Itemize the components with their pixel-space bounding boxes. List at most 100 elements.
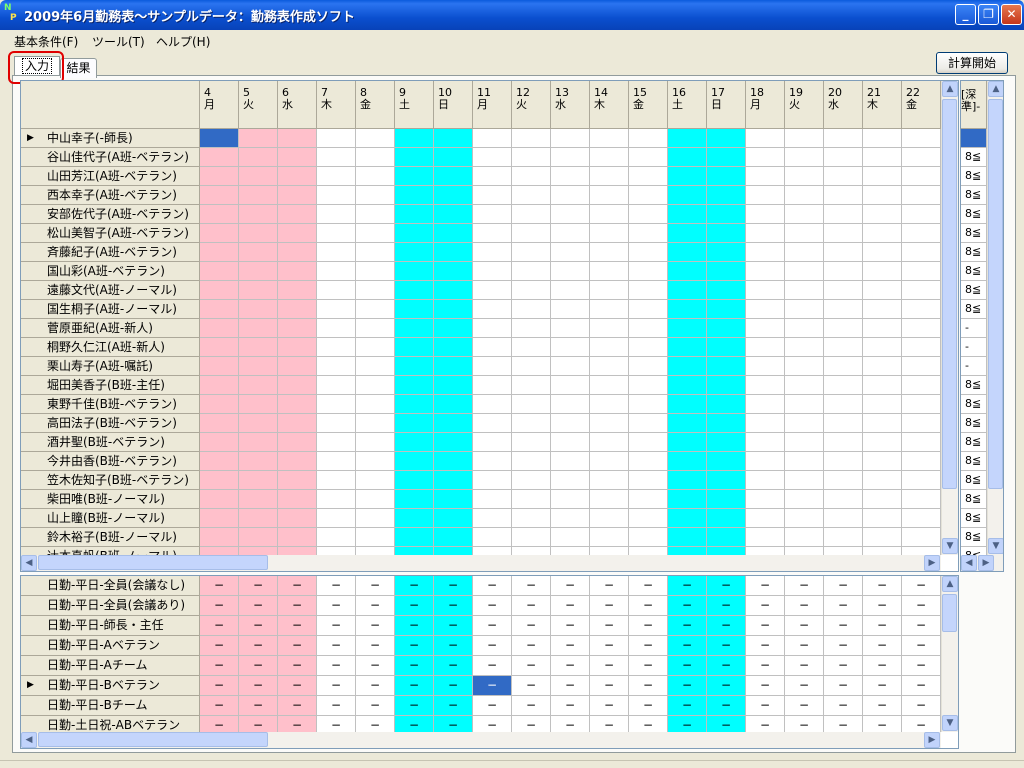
rule-cell[interactable]: − <box>824 576 863 596</box>
rule-cell[interactable]: − <box>551 696 590 716</box>
scroll-down-button[interactable]: ▼ <box>942 538 958 554</box>
schedule-cell[interactable] <box>824 281 863 300</box>
date-header[interactable]: 8金 <box>356 81 395 129</box>
schedule-cell[interactable] <box>824 319 863 338</box>
schedule-cell[interactable] <box>785 224 824 243</box>
schedule-cell[interactable] <box>902 243 941 262</box>
schedule-cell[interactable] <box>278 357 317 376</box>
schedule-cell[interactable] <box>551 395 590 414</box>
horizontal-scrollbar[interactable]: ◀ ▶ <box>961 555 1003 571</box>
schedule-cell[interactable] <box>902 490 941 509</box>
schedule-cell[interactable] <box>902 433 941 452</box>
staff-row-header[interactable]: ▶ 中山幸子(-師長) <box>21 129 200 148</box>
staff-row-header[interactable]: 高田法子(B班-ベテラン) <box>21 414 200 433</box>
schedule-cell[interactable] <box>473 338 512 357</box>
schedule-cell[interactable] <box>629 509 668 528</box>
vertical-scrollbar[interactable]: ▲ ▼ <box>941 81 958 555</box>
rule-cell[interactable]: − <box>473 656 512 676</box>
rule-cell[interactable]: − <box>824 656 863 676</box>
date-header[interactable]: 13 水 <box>551 81 590 129</box>
schedule-cell[interactable] <box>746 395 785 414</box>
schedule-cell[interactable] <box>551 319 590 338</box>
rule-row-header[interactable]: 日勤-平日-Aチーム <box>21 656 200 676</box>
schedule-cell[interactable] <box>551 338 590 357</box>
rule-cell[interactable]: − <box>902 696 941 716</box>
rule-cell[interactable]: − <box>863 596 902 616</box>
schedule-cell[interactable] <box>317 186 356 205</box>
rule-cell[interactable]: − <box>551 596 590 616</box>
schedule-cell[interactable] <box>824 129 863 148</box>
schedule-cell[interactable] <box>824 376 863 395</box>
schedule-cell[interactable] <box>902 129 941 148</box>
schedule-cell[interactable] <box>200 357 239 376</box>
schedule-cell[interactable] <box>902 452 941 471</box>
rule-cell[interactable]: − <box>590 616 629 636</box>
schedule-cell[interactable] <box>902 148 941 167</box>
rule-cell[interactable]: − <box>317 576 356 596</box>
rule-cell[interactable]: − <box>707 676 746 696</box>
schedule-cell[interactable] <box>863 338 902 357</box>
schedule-cell[interactable] <box>239 471 278 490</box>
rule-cell[interactable]: − <box>902 596 941 616</box>
schedule-cell[interactable] <box>395 300 434 319</box>
schedule-cell[interactable] <box>785 452 824 471</box>
schedule-cell[interactable] <box>551 376 590 395</box>
rule-cell[interactable]: − <box>863 656 902 676</box>
date-header[interactable]: 20 水 <box>824 81 863 129</box>
staff-row-header[interactable]: 山上瞳(B班-ノーマル) <box>21 509 200 528</box>
schedule-cell[interactable] <box>746 205 785 224</box>
rule-row-header[interactable]: 日勤-平日-Bチーム <box>21 696 200 716</box>
schedule-cell[interactable] <box>746 319 785 338</box>
rule-cell[interactable]: − <box>356 596 395 616</box>
rule-cell[interactable]: − <box>824 636 863 656</box>
rule-cell[interactable]: − <box>512 616 551 636</box>
schedule-cell[interactable] <box>512 148 551 167</box>
side-cell[interactable]: 8≦ <box>961 167 987 186</box>
side-cell[interactable]: - <box>961 319 987 338</box>
schedule-cell[interactable] <box>356 376 395 395</box>
rule-cell[interactable]: − <box>902 636 941 656</box>
scroll-left-button[interactable]: ◀ <box>21 555 37 571</box>
schedule-cell[interactable] <box>317 376 356 395</box>
schedule-cell[interactable] <box>239 186 278 205</box>
schedule-cell[interactable] <box>356 490 395 509</box>
side-cell[interactable]: 8≦ <box>961 243 987 262</box>
staff-row-header[interactable]: 東野千佳(B班-ベテラン) <box>21 395 200 414</box>
schedule-cell[interactable] <box>590 490 629 509</box>
schedule-cell[interactable] <box>824 262 863 281</box>
schedule-cell[interactable] <box>395 338 434 357</box>
schedule-cell[interactable] <box>668 243 707 262</box>
schedule-cell[interactable] <box>473 300 512 319</box>
side-cell[interactable]: - <box>961 357 987 376</box>
rule-cell[interactable]: − <box>317 596 356 616</box>
schedule-cell[interactable] <box>668 395 707 414</box>
rule-cell[interactable]: − <box>356 616 395 636</box>
staff-row-header[interactable]: 西本幸子(A班-ベテラン) <box>21 186 200 205</box>
schedule-cell[interactable] <box>278 433 317 452</box>
schedule-cell[interactable] <box>902 300 941 319</box>
schedule-cell[interactable] <box>746 129 785 148</box>
staff-row-header[interactable]: 桐野久仁江(A班-新人) <box>21 338 200 357</box>
rule-cell[interactable]: − <box>512 696 551 716</box>
schedule-cell[interactable] <box>239 205 278 224</box>
scroll-right-button[interactable]: ▶ <box>924 732 940 748</box>
schedule-cell[interactable] <box>317 281 356 300</box>
schedule-cell[interactable] <box>317 433 356 452</box>
schedule-cell[interactable] <box>317 471 356 490</box>
scroll-thumb[interactable] <box>942 594 957 632</box>
schedule-cell[interactable] <box>902 167 941 186</box>
schedule-cell[interactable] <box>863 490 902 509</box>
schedule-cell[interactable] <box>863 471 902 490</box>
schedule-cell[interactable] <box>434 243 473 262</box>
rule-cell[interactable]: − <box>902 616 941 636</box>
rule-cell[interactable]: − <box>395 636 434 656</box>
schedule-cell[interactable] <box>707 414 746 433</box>
schedule-cell[interactable] <box>356 129 395 148</box>
schedule-cell[interactable] <box>785 528 824 547</box>
rule-cell[interactable]: − <box>785 636 824 656</box>
schedule-cell[interactable] <box>239 490 278 509</box>
rule-cell[interactable]: − <box>590 576 629 596</box>
date-header[interactable]: 19 火 <box>785 81 824 129</box>
schedule-cell[interactable] <box>473 243 512 262</box>
schedule-cell[interactable] <box>902 414 941 433</box>
